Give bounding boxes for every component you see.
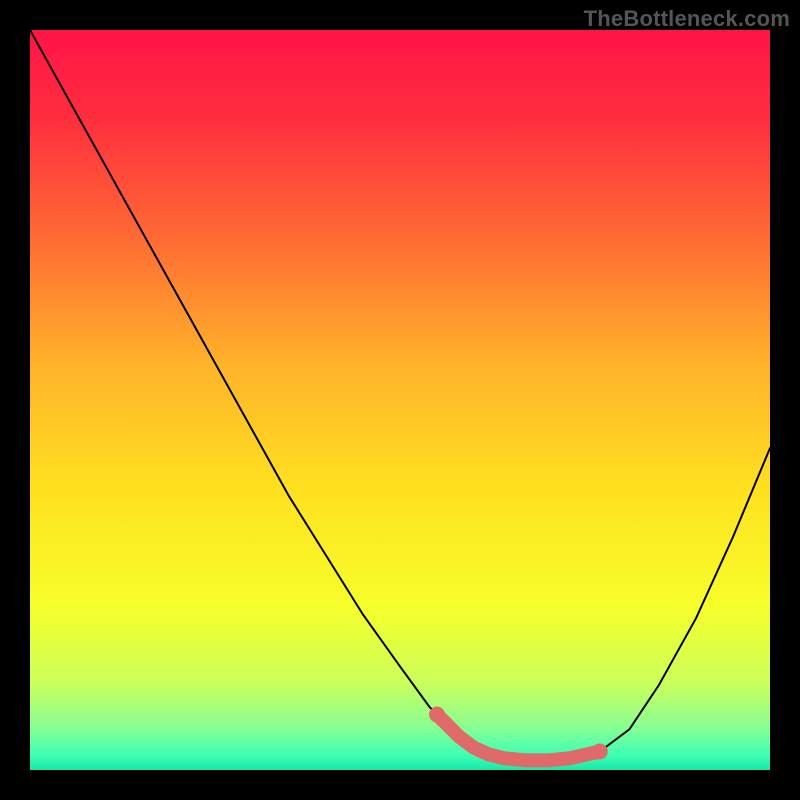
chart-svg (30, 30, 770, 770)
chart-frame: TheBottleneck.com (0, 0, 800, 800)
gradient-background (30, 30, 770, 770)
highlight-endpoint-left (429, 707, 445, 723)
watermark-text: TheBottleneck.com (584, 6, 790, 32)
highlight-endpoint-right (592, 744, 608, 760)
plot-area (30, 30, 770, 770)
